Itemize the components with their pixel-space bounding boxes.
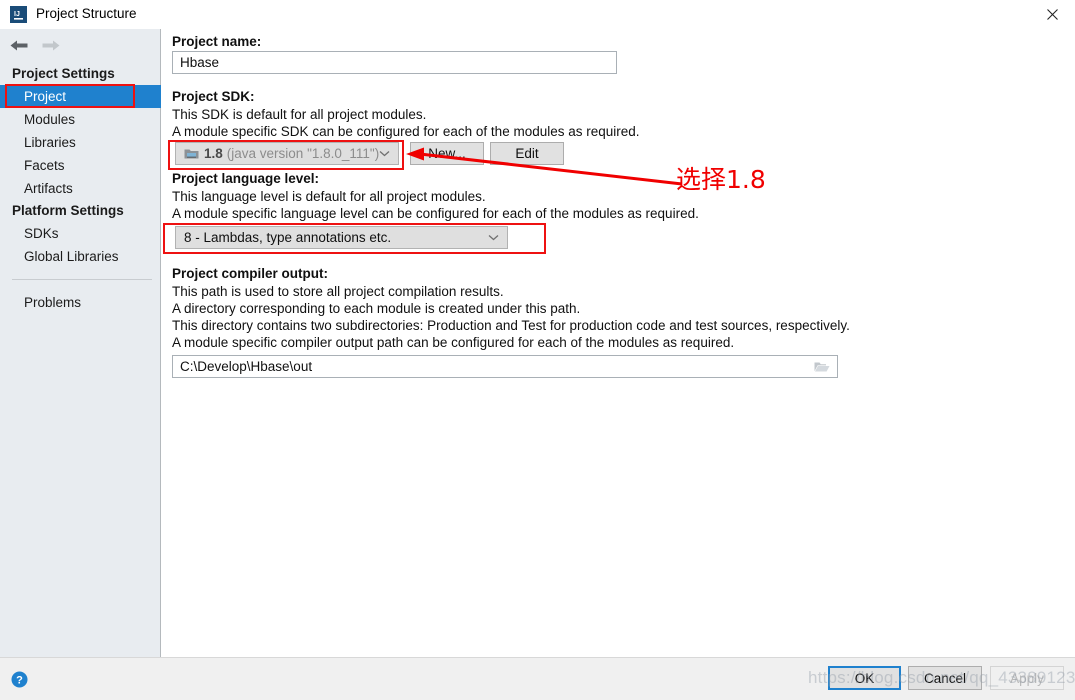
language-level-desc-1: This language level is default for all p… (172, 189, 486, 204)
sidebar-divider (12, 279, 152, 280)
chevron-down-icon (487, 234, 499, 242)
project-name-input[interactable]: Hbase (172, 51, 617, 74)
language-level-label: Project language level: (172, 171, 320, 186)
compiler-output-desc-2: A directory corresponding to each module… (172, 301, 581, 316)
compiler-output-desc-4: A module specific compiler output path c… (172, 335, 735, 350)
compiler-output-label: Project compiler output: (172, 266, 329, 281)
help-question-icon[interactable]: ? (11, 671, 28, 688)
sidebar-section-platform-settings: Platform Settings (12, 203, 124, 218)
sidebar-item-modules[interactable]: Modules (0, 108, 161, 131)
title-bar: IJ Project Structure (0, 0, 1075, 29)
compiler-output-desc-1: This path is used to store all project c… (172, 284, 504, 299)
project-sdk-desc-1: This SDK is default for all project modu… (172, 107, 427, 122)
select-18-annotation: 选择1.8 (676, 165, 766, 194)
sidebar-item-libraries[interactable]: Libraries (0, 131, 161, 154)
sidebar-item-global-libraries[interactable]: Global Libraries (0, 245, 161, 268)
language-level-value: 8 - Lambdas, type annotations etc. (184, 230, 392, 245)
sidebar-item-problems[interactable]: Problems (0, 291, 161, 314)
sidebar: Project Settings Project Modules Librari… (0, 29, 161, 657)
arrow-right-icon (38, 35, 64, 55)
cancel-button-label: Cancel (923, 670, 967, 686)
sidebar-item-label: SDKs (24, 226, 59, 241)
content-pane: Project name: Hbase Project SDK: This SD… (162, 29, 1075, 657)
new-sdk-button[interactable]: New... (410, 142, 484, 165)
arrow-left-icon[interactable] (6, 35, 32, 55)
sidebar-nav-buttons (0, 29, 161, 60)
project-sdk-version: 1.8 (204, 146, 223, 161)
sidebar-item-sdks[interactable]: SDKs (0, 222, 161, 245)
window-title: Project Structure (36, 6, 137, 21)
sidebar-item-label: Global Libraries (24, 249, 119, 264)
project-name-value: Hbase (180, 55, 220, 70)
project-name-label: Project name: (172, 34, 262, 49)
project-sdk-desc-2: A module specific SDK can be configured … (172, 124, 640, 139)
apply-button-label: Apply (1010, 670, 1044, 686)
project-sdk-combobox[interactable]: 1.8 (java version "1.8.0_111") (175, 142, 399, 165)
svg-text:IJ: IJ (14, 11, 20, 18)
sidebar-item-label: Problems (24, 295, 82, 310)
jdk-folder-icon (184, 147, 199, 160)
compiler-output-value: C:\Develop\Hbase\out (180, 359, 313, 374)
project-sdk-detail: (java version "1.8.0_111") (226, 146, 380, 161)
edit-sdk-button-label: Edit (515, 146, 539, 161)
intellij-idea-icon: IJ (10, 6, 27, 23)
close-icon[interactable] (1029, 0, 1075, 29)
apply-button: Apply (990, 666, 1064, 690)
sidebar-item-label: Modules (24, 112, 76, 127)
sidebar-item-label: Facets (24, 158, 65, 173)
sidebar-item-label: Project (24, 89, 67, 104)
project-structure-dialog: IJ Project Structure Project Settings Pr… (0, 0, 1075, 700)
cancel-button[interactable]: Cancel (908, 666, 982, 690)
sidebar-item-facets[interactable]: Facets (0, 154, 161, 177)
sidebar-item-label: Libraries (24, 135, 76, 150)
new-sdk-button-label: New... (428, 146, 466, 161)
compiler-output-input[interactable]: C:\Develop\Hbase\out (172, 355, 838, 378)
sidebar-item-artifacts[interactable]: Artifacts (0, 177, 161, 200)
svg-text:?: ? (16, 675, 23, 687)
folder-browse-icon[interactable] (806, 357, 836, 376)
edit-sdk-button[interactable]: Edit (490, 142, 564, 165)
compiler-output-desc-3: This directory contains two subdirectori… (172, 318, 850, 333)
language-level-desc-2: A module specific language level can be … (172, 206, 699, 221)
ok-button[interactable]: OK (828, 666, 901, 690)
chevron-down-icon (378, 150, 390, 158)
sidebar-section-project-settings: Project Settings (12, 66, 115, 81)
project-sdk-label: Project SDK: (172, 89, 255, 104)
sidebar-item-project[interactable]: Project (0, 85, 161, 108)
sidebar-item-label: Artifacts (24, 181, 73, 196)
language-level-combobox[interactable]: 8 - Lambdas, type annotations etc. (175, 226, 508, 249)
ok-button-label: OK (854, 670, 875, 686)
